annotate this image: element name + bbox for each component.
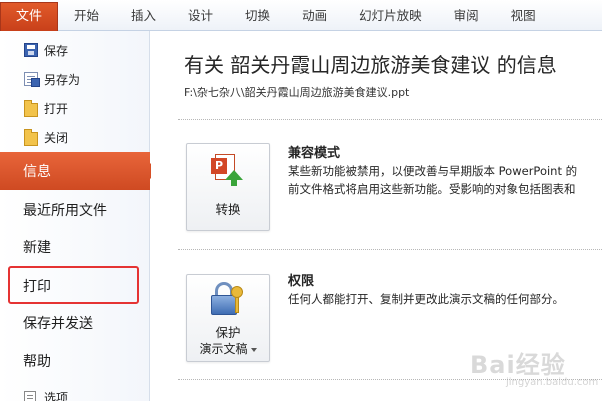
tab-home[interactable]: 开始	[58, 0, 115, 31]
convert-icon: P	[211, 152, 245, 186]
close-command[interactable]: 关闭	[0, 123, 150, 151]
tab-file[interactable]: 文件	[0, 2, 58, 31]
menu-help[interactable]: 帮助	[0, 342, 150, 380]
divider	[178, 249, 602, 250]
menu-save-send[interactable]: 保存并发送	[0, 304, 150, 342]
save-as-command[interactable]: 另存为	[0, 65, 150, 93]
tab-animations[interactable]: 动画	[286, 0, 343, 31]
file-path: F:\杂七杂八\韶关丹霞山周边旅游美食建议.ppt	[184, 86, 410, 99]
options-icon	[24, 390, 36, 401]
menu-recent[interactable]: 最近所用文件	[0, 191, 150, 229]
tab-transitions[interactable]: 切换	[229, 0, 286, 31]
menu-new-label: 新建	[23, 240, 51, 256]
tab-view[interactable]: 视图	[495, 0, 552, 31]
convert-button-label: 转换	[215, 202, 241, 217]
backstage-nav: 保存 另存为 打开 关闭 信息 最近所用文件 新建 打印 保存并发送 帮助 选项	[0, 31, 158, 401]
save-as-label: 另存为	[44, 72, 81, 87]
permissions-title: 权限	[288, 274, 315, 289]
options-command[interactable]: 选项	[0, 383, 150, 401]
open-command[interactable]: 打开	[0, 94, 150, 122]
menu-info[interactable]: 信息	[0, 152, 158, 190]
compat-text-line1: 某些新功能被禁用，以便改善与早期版本 PowerPoint 的	[288, 164, 578, 178]
tab-slideshow[interactable]: 幻灯片放映	[343, 0, 438, 31]
close-folder-icon	[24, 128, 38, 146]
convert-button[interactable]: P 转换	[186, 143, 270, 231]
print-highlight-box	[8, 266, 139, 304]
save-as-icon	[24, 72, 40, 87]
close-label: 关闭	[44, 130, 69, 145]
tab-design[interactable]: 设计	[172, 0, 229, 31]
tab-insert[interactable]: 插入	[115, 0, 172, 31]
divider	[178, 379, 602, 380]
save-command[interactable]: 保存	[0, 36, 150, 64]
open-label: 打开	[44, 101, 69, 116]
compat-title: 兼容模式	[288, 146, 341, 161]
info-pane: 有关 韶关丹霞山周边旅游美食建议 的信息 F:\杂七杂八\韶关丹霞山周边旅游美食…	[151, 31, 602, 401]
ribbon-tab-bar: 文件 开始 插入 设计 切换 动画 幻灯片放映 审阅 视图	[0, 0, 602, 31]
menu-new[interactable]: 新建	[0, 228, 150, 266]
chevron-down-icon	[250, 347, 257, 352]
save-icon	[24, 43, 38, 57]
open-folder-icon	[24, 99, 38, 117]
permissions-text: 任何人都能打开、复制并更改此演示文稿的任何部分。	[288, 292, 564, 306]
ribbon-tabs: 开始 插入 设计 切换 动画 幻灯片放映 审阅 视图	[58, 0, 552, 31]
lock-icon	[211, 282, 247, 318]
compat-text-line2: 前文件格式将启用这些新功能。受影响的对象包括图表和	[288, 182, 576, 196]
protect-button-label2: 演示文稿	[187, 340, 269, 357]
options-label: 选项	[44, 390, 69, 401]
menu-help-label: 帮助	[23, 354, 51, 370]
save-label: 保存	[44, 43, 69, 58]
protect-button-label: 保护	[215, 325, 241, 340]
tab-review[interactable]: 审阅	[438, 0, 495, 31]
page-title: 有关 韶关丹霞山周边旅游美食建议 的信息	[184, 53, 557, 77]
menu-save-send-label: 保存并发送	[23, 316, 93, 332]
menu-recent-label: 最近所用文件	[23, 203, 107, 219]
menu-info-label: 信息	[23, 164, 51, 180]
protect-presentation-button[interactable]: 保护 演示文稿	[186, 274, 270, 362]
divider	[178, 119, 602, 120]
